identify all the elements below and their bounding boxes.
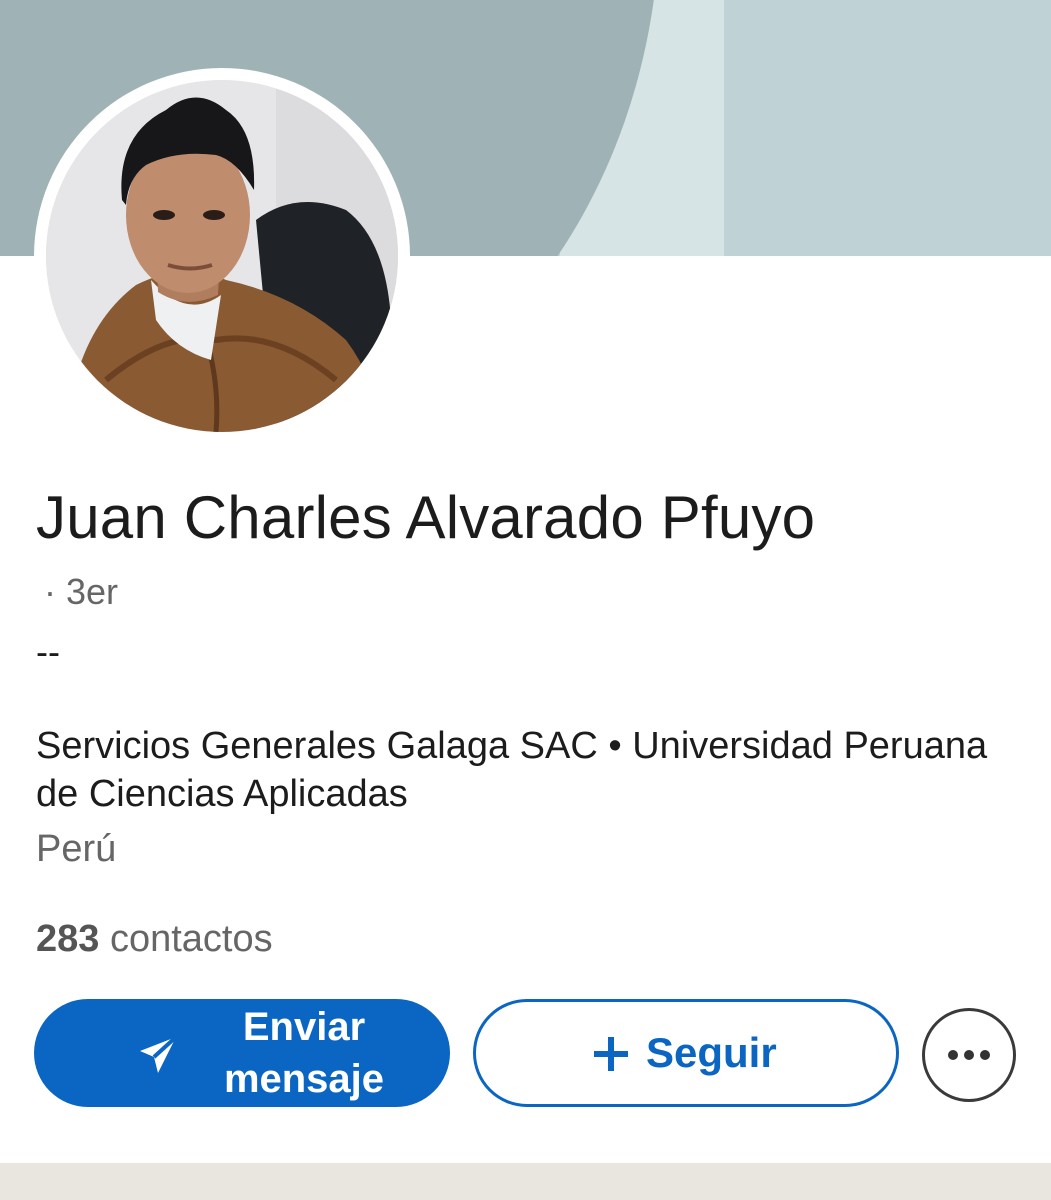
profile-page: Juan Charles Alvarado Pfuyo · 3er -- Ser… xyxy=(0,0,1051,1200)
profile-headline: -- xyxy=(36,631,60,672)
connection-degree: · 3er xyxy=(44,571,119,612)
company-school-line[interactable]: Servicios Generales Galaga SAC • Univers… xyxy=(36,722,996,818)
send-message-button[interactable]: Enviar mensaje xyxy=(34,999,450,1107)
send-message-label: Enviar mensaje xyxy=(184,1001,424,1105)
avatar-photo xyxy=(46,80,398,432)
profile-avatar[interactable] xyxy=(46,80,398,432)
profile-location: Perú xyxy=(36,828,117,870)
more-horizontal-icon xyxy=(948,1050,990,1060)
more-actions-button[interactable] xyxy=(922,1008,1016,1102)
section-divider xyxy=(0,1163,1051,1200)
plus-icon xyxy=(594,1037,628,1071)
profile-name: Juan Charles Alvarado Pfuyo xyxy=(36,484,816,551)
follow-button[interactable]: Seguir xyxy=(473,999,899,1107)
send-message-label-line2: mensaje xyxy=(223,1057,385,1101)
follow-label: Seguir xyxy=(646,1029,777,1076)
connections-count: 283 xyxy=(36,918,100,960)
connections-link[interactable]: 283 contactos xyxy=(36,916,273,962)
send-icon xyxy=(140,1035,178,1073)
connections-label: contactos xyxy=(109,918,273,960)
send-message-label-line1: Enviar xyxy=(242,1005,366,1049)
